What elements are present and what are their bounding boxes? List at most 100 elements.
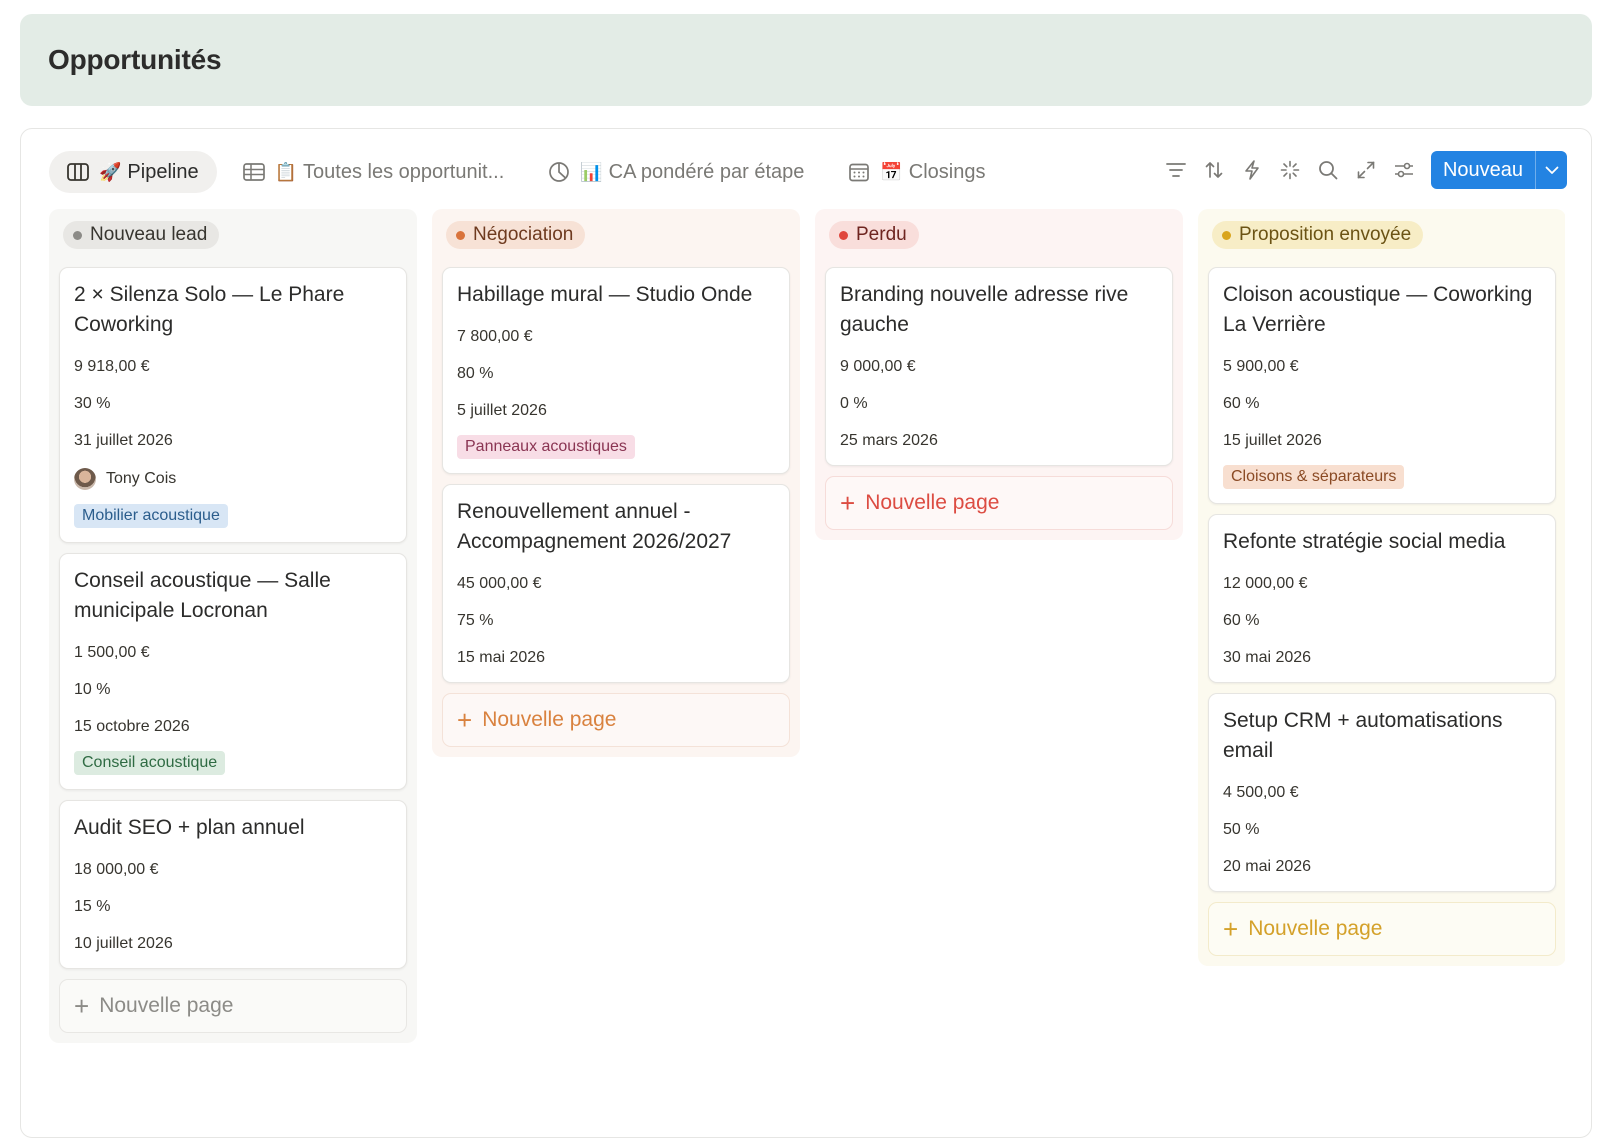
card-title: Renouvellement annuel - Accompagnement 2… [457,500,732,553]
tab-pipeline[interactable]: 🚀 Pipeline [49,151,217,193]
status-dot [1222,230,1231,240]
card-amount: 45 000,00 € [457,575,542,592]
clipboard-emoji: 📋 [274,161,298,182]
column-title: Proposition envoyée [1239,224,1412,245]
card-amount: 7 800,00 € [457,328,533,345]
card-probability: 0 % [840,395,868,412]
board-column: Négociation Habillage mural — Studio Onde… [432,209,800,757]
card-tag: Cloisons & séparateurs [1223,465,1405,489]
card-title: 2 × Silenza Solo — Le Phare Coworking [74,283,345,336]
column-status-pill[interactable]: Négociation [446,221,586,249]
card-title: Habillage mural — Studio Onde [457,283,753,306]
card-close-date: 15 octobre 2026 [74,718,190,735]
settings-sliders-icon[interactable] [1385,151,1423,189]
column-status-pill[interactable]: Perdu [829,221,919,249]
owner-name: Tony Cois [106,470,177,487]
tab-all-opportunities[interactable]: 📋 Toutes les opportunit... [225,151,523,193]
new-page-label: Nouvelle page [1248,917,1383,940]
opportunity-card[interactable]: Habillage mural — Studio Onde 7 800,00 € 8… [442,267,790,474]
toolbar: Nouveau [1157,151,1567,189]
tab-label: Closings [908,160,986,183]
card-title: Conseil acoustique — Salle municipale Lo… [74,569,331,622]
card-probability: 50 % [1223,821,1260,838]
card-probability: 10 % [74,681,111,698]
card-owner: Tony Cois [74,468,392,490]
status-dot [73,230,82,240]
card-probability: 60 % [1223,612,1260,629]
calendar-emoji: 📅 [880,161,903,182]
card-probability: 30 % [74,395,111,412]
card-probability: 15 % [74,898,111,915]
column-title: Perdu [856,224,907,245]
card-probability: 60 % [1223,395,1260,412]
new-button[interactable]: Nouveau [1430,151,1567,189]
card-amount: 1 500,00 € [74,644,150,661]
card-probability: 75 % [457,612,494,629]
opportunity-card[interactable]: Cloison acoustique — Coworking La Verriè… [1208,267,1556,504]
card-probability: 80 % [457,365,494,382]
new-page-button[interactable]: + Nouvelle page [442,693,790,747]
tab-label: Toutes les opportunit... [303,160,505,183]
tab-label: Pipeline [127,160,199,183]
calendar-icon [848,161,870,183]
card-close-date: 15 mai 2026 [457,649,546,666]
card-title: Refonte stratégie social media [1223,530,1506,553]
card-close-date: 15 juillet 2026 [1223,432,1322,449]
view-tabs: 🚀 Pipeline 📋 Toutes les opportunit... 📊 … [49,151,1012,193]
new-page-button[interactable]: + Nouvelle page [825,476,1173,530]
card-close-date: 25 mars 2026 [840,432,938,449]
lightning-icon[interactable] [1233,151,1271,189]
column-title: Négociation [473,224,574,245]
board-column: Proposition envoyée Cloison acoustique — … [1198,209,1565,966]
card-title: Cloison acoustique — Coworking La Verriè… [1223,283,1533,336]
column-status-pill[interactable]: Proposition envoyée [1212,221,1424,249]
opportunity-card[interactable]: Audit SEO + plan annuel 18 000,00 € 15 % 10… [59,800,407,969]
chevron-down-icon[interactable] [1535,151,1567,189]
card-close-date: 5 juillet 2026 [457,402,547,419]
new-page-button[interactable]: + Nouvelle page [59,979,407,1033]
card-title: Audit SEO + plan annuel [74,816,305,839]
new-button-label: Nouveau [1442,158,1523,181]
card-amount: 18 000,00 € [74,861,159,878]
card-close-date: 31 juillet 2026 [74,432,173,449]
opportunity-card[interactable]: Refonte stratégie social media 12 000,00 … [1208,514,1556,683]
board-icon [67,161,89,183]
opportunity-card[interactable]: Conseil acoustique — Salle municipale Lo… [59,553,407,790]
tab-closings[interactable]: 📅 Closings [830,151,1003,193]
plus-icon: + [840,488,856,518]
card-tag: Mobilier acoustique [74,504,228,528]
new-page-label: Nouvelle page [865,491,1000,514]
board-column: Perdu Branding nouvelle adresse rive gauc… [815,209,1183,540]
filter-icon[interactable] [1157,151,1195,189]
opportunity-card[interactable]: Renouvellement annuel - Accompagnement 2… [442,484,790,683]
column-title: Nouveau lead [90,224,208,245]
column-status-pill[interactable]: Nouveau lead [63,221,220,249]
card-close-date: 20 mai 2026 [1223,858,1312,875]
card-close-date: 10 juillet 2026 [74,935,173,952]
card-amount: 12 000,00 € [1223,575,1308,592]
tab-label: CA pondéré par étape [608,160,805,183]
card-close-date: 30 mai 2026 [1223,649,1312,666]
card-amount: 4 500,00 € [1223,784,1299,801]
opportunity-card[interactable]: 2 × Silenza Solo — Le Phare Coworking 9 9… [59,267,407,543]
opportunity-card[interactable]: Branding nouvelle adresse rive gauche 9 0… [825,267,1173,466]
database-panel: 🚀 Pipeline 📋 Toutes les opportunit... 📊 … [20,128,1592,1138]
new-page-label: Nouvelle page [99,994,234,1017]
tab-weighted-revenue[interactable]: 📊 CA pondéré par étape [530,151,822,193]
opportunity-card[interactable]: Setup CRM + automatisations email 4 500,0… [1208,693,1556,892]
board-column: Nouveau lead 2 × Silenza Solo — Le Phare … [49,209,417,1043]
expand-icon[interactable] [1347,151,1385,189]
avatar [74,468,96,490]
sparkle-icon[interactable] [1271,151,1309,189]
card-title: Setup CRM + automatisations email [1223,709,1503,762]
card-tag: Conseil acoustique [74,751,226,775]
search-icon[interactable] [1309,151,1347,189]
new-page-button[interactable]: + Nouvelle page [1208,902,1556,956]
card-amount: 9 918,00 € [74,358,150,375]
new-page-label: Nouvelle page [482,708,617,731]
sort-icon[interactable] [1195,151,1233,189]
plus-icon: + [74,991,90,1021]
plus-icon: + [1223,914,1239,944]
status-dot [839,230,848,240]
rocket-emoji: 🚀 [99,161,122,182]
